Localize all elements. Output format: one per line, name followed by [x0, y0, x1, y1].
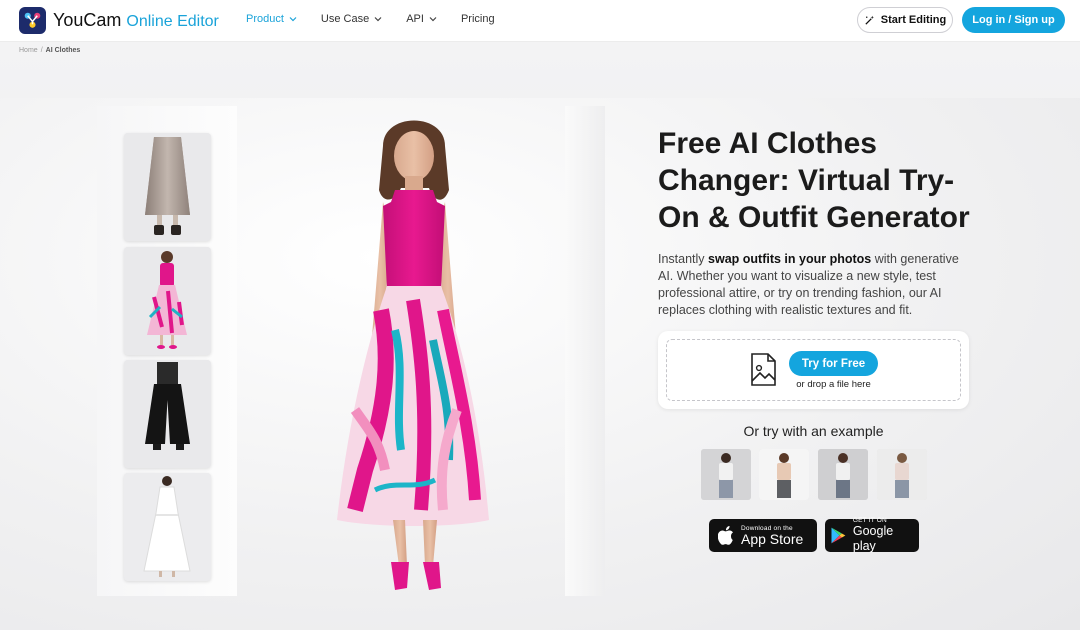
nav-item-label: API	[406, 13, 424, 25]
example-3-image	[818, 449, 868, 500]
app-store-label: App Store	[741, 530, 804, 547]
outfit-thumb-white-dress[interactable]	[124, 473, 211, 581]
brand-subtitle: Online Editor	[126, 13, 219, 30]
nav-item-pricing[interactable]: Pricing	[461, 13, 495, 25]
brand-logo-text[interactable]: YouCam Online Editor	[53, 10, 219, 31]
desc-prefix: Instantly	[658, 252, 709, 266]
example-thumb-1[interactable]	[701, 449, 751, 500]
examples-heading: Or try with an example	[743, 423, 884, 439]
desc-highlight: swap outfits in your photos	[708, 252, 872, 266]
nav-links: Product Use Case API Pricing	[246, 13, 519, 25]
nav-item-product[interactable]: Product	[246, 13, 297, 25]
drop-file-hint: or drop a file here	[796, 379, 871, 390]
nav-item-label: Use Case	[320, 13, 370, 25]
pink-dress-image	[124, 247, 211, 355]
page-title: Free AI Clothes Changer: Virtual Try-On …	[658, 127, 970, 234]
breadcrumb-home[interactable]: Home	[19, 47, 38, 54]
magic-wand-icon	[865, 15, 874, 25]
try-for-free-button[interactable]: Try for Free	[789, 351, 878, 376]
chevron-down-icon	[289, 17, 297, 22]
model-pink-dress-image	[337, 120, 489, 590]
nav-item-api[interactable]: API	[406, 13, 437, 25]
apple-icon	[718, 526, 733, 545]
breadcrumb-current: AI Clothes	[45, 47, 81, 54]
login-signup-button[interactable]: Log in / Sign up	[962, 7, 1065, 33]
example-thumb-3[interactable]	[818, 449, 868, 500]
nav-item-label: Product	[246, 13, 284, 25]
google-play-badge[interactable]: GET IT ON Google play	[825, 517, 919, 554]
start-editing-label: Start Editing	[880, 14, 947, 26]
google-play-small-label: GET IT ON	[852, 517, 887, 524]
example-thumb-2[interactable]	[759, 449, 809, 500]
google-play-text: GET IT ON Google play	[853, 517, 919, 554]
chevron-down-icon	[429, 17, 437, 22]
google-play-icon	[831, 527, 846, 544]
chevron-down-icon	[374, 17, 382, 22]
image-upload-icon	[751, 353, 776, 386]
example-4-image	[877, 449, 927, 500]
black-pants-image	[124, 360, 211, 468]
nav-item-label: Pricing	[460, 13, 495, 25]
hero-description: Instantly swap outfits in your photos wi…	[658, 251, 970, 319]
example-1-image	[701, 449, 751, 500]
outfit-thumb-black-pants[interactable]	[124, 360, 211, 468]
breadcrumb: Home / AI Clothes	[19, 47, 80, 54]
stage-pillar	[565, 106, 605, 596]
nav-item-use-case[interactable]: Use Case	[321, 13, 382, 25]
brand-name: YouCam	[53, 10, 122, 30]
outfit-thumb-beige-skirt[interactable]	[124, 133, 211, 241]
outfit-thumb-pink-dress[interactable]	[124, 247, 211, 355]
breadcrumb-separator: /	[40, 47, 43, 54]
start-editing-button[interactable]: Start Editing	[857, 7, 953, 33]
youcam-logo-icon[interactable]	[19, 7, 46, 34]
app-store-text: Download on the App Store	[741, 525, 803, 547]
beige-skirt-image	[124, 133, 211, 241]
app-store-badge[interactable]: Download on the App Store	[709, 519, 817, 552]
example-thumb-4[interactable]	[877, 449, 927, 500]
google-play-label: Google play	[852, 524, 894, 553]
white-dress-image	[124, 473, 211, 581]
top-navbar: YouCam Online Editor Product Use Case AP…	[0, 0, 1080, 42]
example-2-image	[759, 449, 809, 500]
